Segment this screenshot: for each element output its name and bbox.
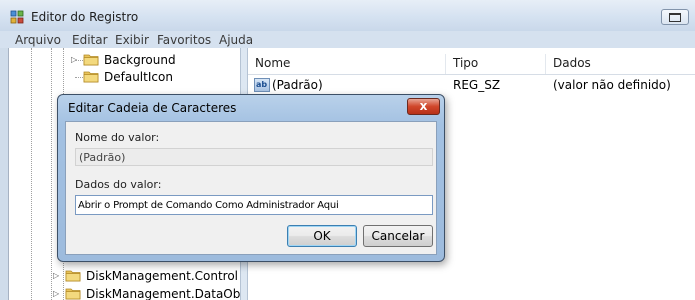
ok-button[interactable]: OK: [287, 225, 357, 247]
window-title: Editor do Registro: [31, 10, 139, 24]
column-header-nome[interactable]: Nome: [248, 54, 446, 74]
edit-string-dialog: Editar Cadeia de Caracteres x Nome do va…: [57, 94, 445, 262]
value-type: REG_SZ: [453, 78, 501, 92]
tree-item-diskmanagement-dataobj[interactable]: ▷ DiskManagement.DataObj: [9, 286, 241, 300]
string-value-icon: ab: [254, 78, 270, 92]
column-header-tipo[interactable]: Tipo: [446, 54, 546, 74]
value-name-field: (Padrão): [75, 148, 433, 166]
value-name: (Padrão): [272, 78, 323, 92]
tree-item-label: DiskManagement.DataObj: [86, 287, 241, 300]
restore-button[interactable]: [661, 9, 689, 25]
folder-icon: [65, 270, 81, 282]
value-data-input[interactable]: [75, 195, 433, 215]
menu-editar[interactable]: Editar: [72, 33, 108, 47]
tree-connector: [75, 60, 83, 61]
dialog-title: Editar Cadeia de Caracteres: [68, 101, 237, 115]
tree-item-diskmanagement-control[interactable]: ▷ DiskManagement.Control: [9, 268, 241, 285]
close-button[interactable]: x: [407, 98, 440, 115]
tree-item-label: Background: [104, 53, 176, 67]
menu-ajuda[interactable]: Ajuda: [219, 33, 253, 47]
folder-icon: [83, 54, 99, 66]
expand-arrow-icon[interactable]: ▷: [53, 271, 59, 280]
registry-editor-icon: [10, 10, 24, 24]
menu-bar: Arquivo Editar Exibir Favoritos Ajuda: [0, 31, 695, 48]
tree-item-label: DefaultIcon: [104, 70, 173, 84]
menu-arquivo[interactable]: Arquivo: [15, 33, 61, 47]
list-header: Nome Tipo Dados: [248, 54, 695, 75]
value-name-text: (Padrão): [79, 151, 126, 164]
folder-icon: [83, 71, 99, 83]
dialog-body: Nome do valor: (Padrão) Dados do valor: …: [65, 121, 437, 255]
tree-connector: [75, 77, 83, 78]
menu-favoritos[interactable]: Favoritos: [157, 33, 211, 47]
table-row[interactable]: ab (Padrão) REG_SZ (valor não definido): [248, 77, 695, 94]
tree-item-defaulticon[interactable]: DefaultIcon: [9, 69, 241, 86]
tree-item-label: DiskManagement.Control: [86, 269, 239, 283]
value-data: (valor não definido): [553, 78, 671, 92]
value-data-label: Dados do valor:: [75, 178, 162, 191]
close-icon: x: [419, 99, 428, 113]
tree-item-background[interactable]: ▷ Background: [9, 52, 241, 69]
column-header-dados[interactable]: Dados: [546, 54, 695, 74]
expand-arrow-icon[interactable]: ▷: [53, 289, 59, 298]
menu-exibir[interactable]: Exibir: [115, 33, 149, 47]
folder-icon: [65, 288, 81, 300]
title-bar: Editor do Registro: [0, 0, 695, 31]
value-name-label: Nome do valor:: [75, 131, 160, 144]
cancel-button[interactable]: Cancelar: [363, 225, 433, 247]
